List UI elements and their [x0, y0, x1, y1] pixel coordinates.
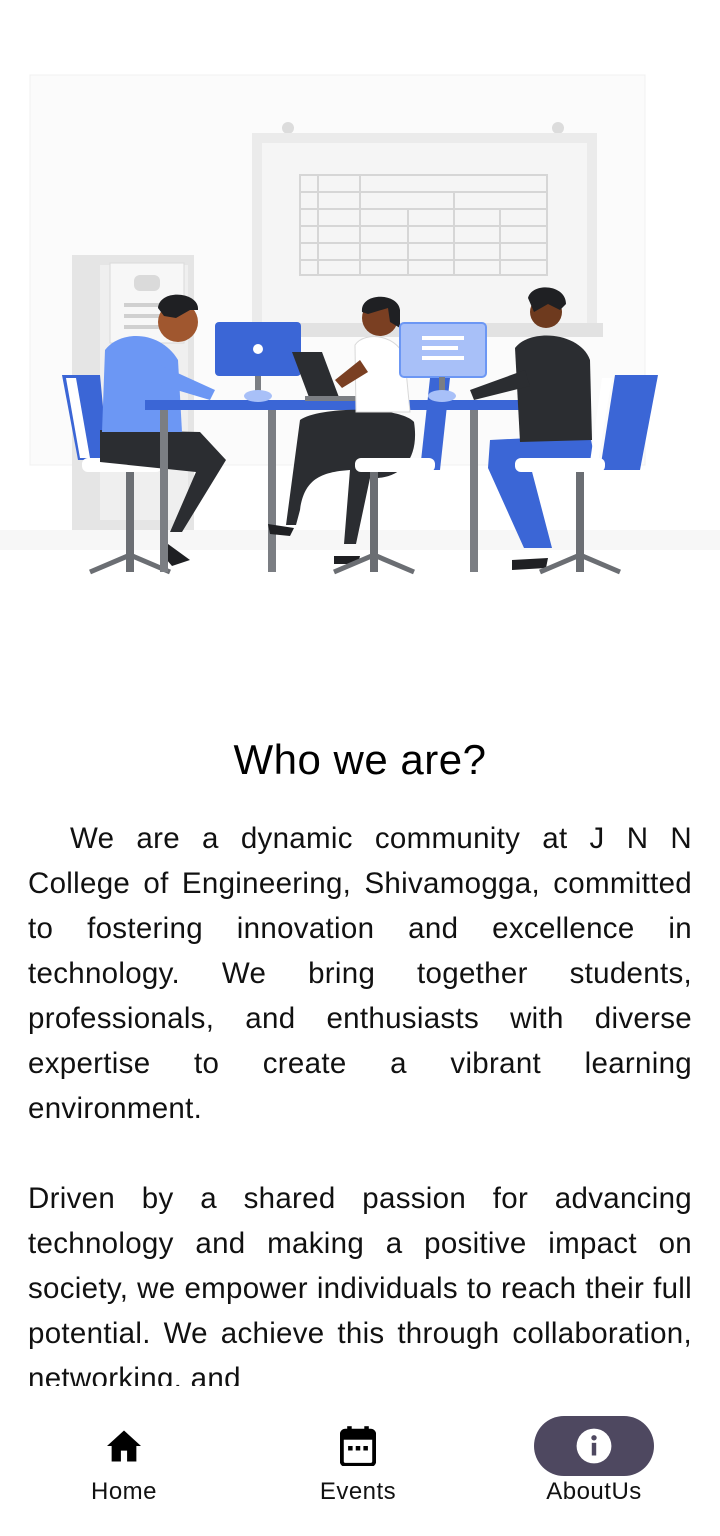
about-paragraph-2: Driven by a shared passion for advancing… [28, 1182, 692, 1386]
page-title: Who we are? [233, 736, 487, 783]
nav-label-events: Events [319, 1478, 397, 1505]
about-paragraph-1: We are a dynamic community at J N N Coll… [28, 822, 692, 1125]
bottom-navigation: Home Events AboutUs [0, 1386, 720, 1536]
nav-item-home[interactable]: Home [4, 1386, 244, 1536]
nav-label-aboutus: AboutUs [546, 1478, 642, 1505]
calendar-icon [340, 1426, 376, 1466]
about-content[interactable]: Who we are? We are a dynamic community a… [0, 0, 720, 1386]
about-description: We are a dynamic community at J N N Coll… [28, 816, 692, 1386]
team-illustration [0, 74, 720, 575]
nav-item-aboutus[interactable]: AboutUs [474, 1386, 714, 1536]
nav-aboutus-icon-wrap [534, 1416, 654, 1476]
nav-events-icon-wrap [298, 1416, 418, 1476]
home-icon [107, 1430, 141, 1462]
nav-item-events[interactable]: Events [238, 1386, 478, 1536]
nav-home-icon-wrap [64, 1416, 184, 1476]
nav-label-home: Home [90, 1478, 158, 1505]
info-icon [576, 1428, 612, 1464]
